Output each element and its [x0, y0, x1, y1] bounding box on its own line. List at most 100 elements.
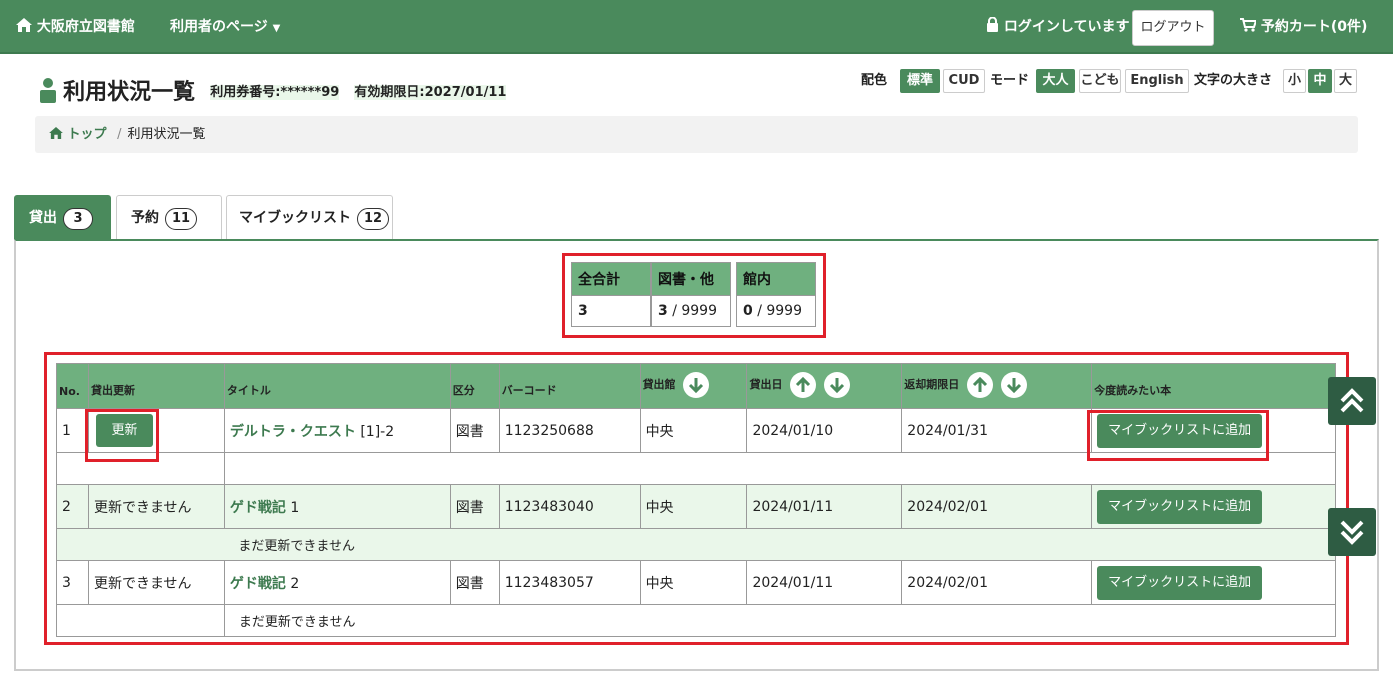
page-title: 利用状況一覧: [63, 80, 196, 105]
user-page-menu[interactable]: 利用者のページ ▼: [170, 0, 280, 54]
table-row-note: [56, 452, 1337, 485]
note-cell: [223, 452, 1337, 485]
renew-cell: 更新: [87, 408, 225, 453]
font-size-large-button[interactable]: 大: [1334, 69, 1357, 93]
renew-status: 更新できません: [87, 484, 225, 529]
note-spacer: [56, 452, 225, 485]
renew-status: 更新できません: [87, 560, 225, 605]
note-cell: まだ更新できません: [224, 528, 1337, 561]
summary-books-header: 図書・他: [651, 262, 731, 296]
logout-button[interactable]: ログアウト: [1132, 10, 1214, 46]
color-standard-button[interactable]: 標準: [900, 69, 940, 93]
table-row: 1 更新 デルトラ・クエスト [1]-2 図書 1123250688 中央 20…: [56, 408, 1336, 453]
due-date-cell: 2024/02/01: [901, 560, 1093, 605]
color-cud-button[interactable]: CUD: [943, 69, 985, 93]
table-row-note: まだ更新できません: [56, 604, 1337, 637]
summary-inlib-table: 館内 0 / 9999: [736, 262, 816, 327]
top-navbar: 大阪府立図書館 利用者のページ ▼ ログインしています ログアウト 予約カート(…: [0, 0, 1393, 54]
loan-date-cell: 2024/01/10: [746, 408, 903, 453]
type-cell: 図書: [449, 484, 500, 529]
login-status-label: ログインしています: [1003, 19, 1130, 35]
note-spacer: [56, 604, 225, 637]
want-cell: マイブックリストに追加: [1091, 560, 1336, 605]
tab-reservations-label: 予約: [131, 210, 159, 226]
library-cell: 中央: [639, 560, 748, 605]
tab-reservations[interactable]: 予約 11: [116, 195, 222, 240]
add-to-my-book-list-button[interactable]: マイブックリストに追加: [1097, 489, 1263, 524]
tab-loans[interactable]: 貸出 3: [14, 195, 111, 240]
loan-date-cell: 2024/01/11: [746, 484, 903, 529]
want-cell: マイブックリストに追加: [1091, 408, 1336, 453]
title-link[interactable]: デルトラ・クエスト: [230, 424, 356, 440]
sort-desc-icon[interactable]: [683, 372, 710, 398]
sort-desc-icon[interactable]: [1000, 372, 1027, 398]
col-header-due-date: 返却期限日: [904, 378, 960, 391]
tab-my-book-list-count: 12: [357, 208, 390, 230]
cart-icon: [1240, 18, 1258, 32]
type-cell: 図書: [449, 408, 500, 453]
tab-loans-label: 貸出: [29, 210, 57, 226]
title-cell: デルトラ・クエスト [1]-2: [223, 408, 451, 453]
note-spacer: [56, 528, 225, 561]
summary-books-cell: 3 / 9999: [651, 295, 731, 327]
scroll-top-button[interactable]: [1328, 377, 1376, 425]
type-cell: 図書: [449, 560, 500, 605]
row-no: 1: [56, 408, 89, 453]
sort-desc-icon[interactable]: [824, 372, 851, 398]
scroll-bottom-button[interactable]: [1328, 508, 1376, 556]
tab-my-book-list[interactable]: マイブックリスト 12: [226, 195, 393, 240]
col-header-loan-date: 貸出日: [749, 378, 783, 391]
title-link[interactable]: ゲド戦記: [230, 500, 286, 516]
summary-inlib-header: 館内: [736, 262, 816, 296]
font-size-medium-button[interactable]: 中: [1308, 69, 1332, 93]
double-chevron-down-icon: [1340, 520, 1364, 545]
loans-table: No. 貸出更新 タイトル 区分 バーコード 貸出館 貸出日 返却期限日 今度読…: [56, 363, 1337, 637]
home-link[interactable]: 大阪府立図書館: [16, 0, 135, 54]
loan-date-cell: 2024/01/11: [746, 560, 903, 605]
font-size-small-button[interactable]: 小: [1283, 69, 1306, 93]
cart-link[interactable]: 予約カート(0件): [1240, 0, 1367, 54]
table-row-note: まだ更新できません: [56, 528, 1337, 561]
breadcrumb-home-label: トップ: [67, 127, 107, 142]
summary-books-table: 図書・他 3 / 9999: [651, 262, 731, 327]
mode-english-button[interactable]: English: [1125, 69, 1189, 93]
breadcrumb: トップ / 利用状況一覧: [35, 116, 1358, 153]
sort-asc-icon[interactable]: [967, 372, 994, 398]
add-to-my-book-list-button[interactable]: マイブックリストに追加: [1097, 565, 1263, 600]
volume: 2: [290, 575, 300, 592]
tab-loans-count: 3: [63, 208, 93, 230]
tab-my-book-list-label: マイブックリスト: [239, 210, 351, 226]
home-label: 大阪府立図書館: [36, 19, 135, 35]
title-link[interactable]: ゲド戦記: [230, 576, 286, 592]
barcode-cell: 1123250688: [498, 408, 641, 453]
user-icon: [40, 78, 56, 103]
caret-down-icon: ▼: [272, 23, 281, 34]
col-header-loan-date-cell: 貸出日: [746, 363, 903, 409]
renew-button[interactable]: 更新: [95, 414, 153, 447]
breadcrumb-home-link[interactable]: トップ: [49, 127, 111, 142]
table-row: 2 更新できません ゲド戦記 1 図書 1123483040 中央 2024/0…: [56, 484, 1336, 529]
volume: [1]-2: [360, 423, 395, 440]
color-label: 配色: [861, 73, 888, 88]
col-header-renew: 貸出更新: [87, 363, 225, 409]
title-cell: ゲド戦記 1: [223, 484, 451, 529]
add-to-my-book-list-button[interactable]: マイブックリストに追加: [1097, 413, 1263, 448]
tab-reservations-count: 11: [165, 208, 198, 230]
col-header-library: 貸出館: [642, 378, 676, 391]
sort-asc-icon[interactable]: [790, 372, 817, 398]
cart-label: 予約カート(0件): [1260, 19, 1368, 35]
summary-books-limit: / 9999: [672, 303, 717, 319]
home-icon: [16, 18, 32, 32]
expiry-date: 有効期限日:2027/01/11: [354, 84, 507, 100]
user-page-label: 利用者のページ: [170, 19, 268, 35]
page-header: 利用状況一覧 利用券番号:******99 有効期限日:2027/01/11: [38, 74, 507, 108]
mode-kids-button[interactable]: こども: [1079, 69, 1121, 93]
col-header-barcode: バーコード: [498, 363, 641, 409]
library-cell: 中央: [639, 408, 748, 453]
barcode-cell: 1123483040: [498, 484, 641, 529]
home-icon: [49, 127, 63, 139]
breadcrumb-current: 利用状況一覧: [127, 127, 206, 142]
lock-icon: [987, 16, 998, 32]
row-no: 2: [56, 484, 89, 529]
mode-adult-button[interactable]: 大人: [1036, 69, 1075, 93]
